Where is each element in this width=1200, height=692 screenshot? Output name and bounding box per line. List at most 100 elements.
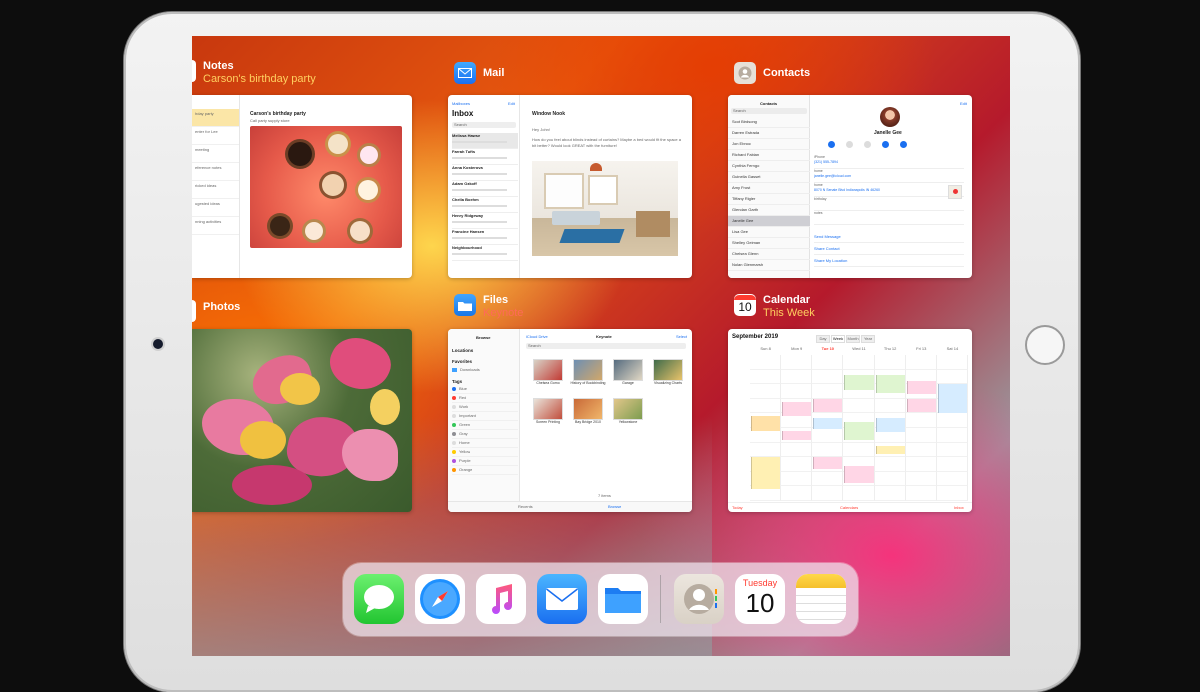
calendar-cell[interactable] [936,428,968,443]
mail-card[interactable]: Mailboxes Edit Inbox Search Melissa Haws… [448,95,692,278]
notes-list-item[interactable]: eference notes [192,163,239,181]
calendar-day-header[interactable]: Fri 13 [906,346,937,352]
contact-action-row[interactable]: Share My Location [814,255,964,267]
calendar-event[interactable] [937,384,967,414]
calendar-cell[interactable] [936,369,968,385]
video-action-icon[interactable] [864,141,871,148]
calendar-cell[interactable] [750,369,782,385]
calendar-cell[interactable] [874,486,906,501]
contact-field-value[interactable]: 8070 N Senate Blvd Indianapolis IN 46260 [814,188,964,193]
contact-list-item[interactable]: Darren Estrada [728,128,810,139]
calendar-cell[interactable] [843,355,875,370]
calendar-card[interactable]: September 2019 Day Week Month Year Sun 8 Mon… [728,329,972,512]
calendar-view-segment[interactable]: Day [816,335,830,343]
tab-browse[interactable]: Browse [608,504,621,510]
tag-item[interactable]: Green [452,421,518,430]
contact-list-item[interactable]: Guinella Gasset [728,172,810,183]
calendar-cell[interactable] [843,486,875,501]
calendar-tile-header[interactable]: 10 Calendar This Week [734,294,815,320]
notes-icon[interactable] [796,574,846,624]
calendars-button[interactable]: Calendars [840,505,858,511]
calendar-cell[interactable] [781,457,813,472]
contact-field-value[interactable]: janelle.gee@icloud.com [814,174,964,179]
mail-list-item[interactable]: Chella Boehm [452,197,518,213]
contact-list-item[interactable]: Amy Frost [728,183,810,194]
message-action-icon[interactable] [828,141,835,148]
contacts-search[interactable]: Search [731,108,807,114]
notes-tile-header[interactable]: Notes Carson's birthday party [192,60,316,86]
mail-list-item[interactable]: Francine Hansen [452,229,518,245]
calendar-event[interactable] [751,457,781,490]
calendar-event[interactable] [875,417,905,433]
calendar-event[interactable] [844,465,874,484]
mail-search[interactable]: Search [452,122,516,128]
calendar-event[interactable] [813,417,843,430]
files-card[interactable]: Browse Locations Favorites Downloads Tags Bl… [448,329,692,512]
call-action-icon[interactable] [846,141,853,148]
mail-list-item[interactable]: Neighbourhood [452,245,518,261]
calendar-cell[interactable] [750,355,782,370]
calendar-cell[interactable] [781,471,813,487]
file-item[interactable]: Chelsea Gomo [528,359,568,386]
file-item[interactable]: History of Bookbinding [568,359,608,386]
contact-action-row[interactable]: Send Message [814,231,964,243]
calendar-day-header[interactable]: Tue 10 [812,346,843,352]
notes-list-item[interactable]: hday party [192,109,239,127]
home-button[interactable] [1025,325,1065,365]
mail-list-item[interactable]: Henry Ridgeway [452,213,518,229]
contact-list-item[interactable]: Shelley Geiman [728,238,810,249]
tag-item[interactable]: Purple [452,457,518,466]
mail-list-item[interactable]: Anna Kosterova [452,165,518,181]
notes-list-item[interactable]: ugested ideas [192,199,239,217]
contact-list-item[interactable]: Glendan Garth [728,205,810,216]
calendar-cell[interactable] [781,369,813,385]
contact-list-item[interactable]: Tiffany Rigler [728,194,810,205]
contact-list-item[interactable]: Jon Ebnoc [728,139,810,150]
calendar-event[interactable] [844,375,874,391]
calendar-day-header[interactable]: Thu 12 [875,346,906,352]
messages-icon[interactable] [354,574,404,624]
calendar-cell[interactable] [905,486,937,501]
contact-list-item[interactable]: Cynthia Ferngo [728,161,810,172]
calendar-event[interactable] [813,457,843,469]
calendar-cell[interactable] [905,457,937,472]
file-item[interactable] [648,398,688,425]
tag-item[interactable]: Home [452,439,518,448]
calendar-cell[interactable] [750,442,782,458]
calendar-cell[interactable] [812,442,844,458]
file-item[interactable]: Bay Bridge 2010 [568,398,608,425]
calendar-cell[interactable] [905,413,937,428]
calendar-event[interactable] [906,398,936,412]
calendar-cell[interactable] [874,355,906,370]
safari-icon[interactable] [415,574,465,624]
calendar-cell[interactable] [781,355,813,370]
calendar-cell[interactable] [874,457,906,472]
mail-tile-header[interactable]: Mail [454,62,504,84]
tag-item[interactable]: Orange [452,466,518,475]
address-map[interactable] [948,185,962,199]
calendar-cell[interactable] [812,369,844,385]
calendar-day-header[interactable]: Wed 11 [843,346,874,352]
calendar-event[interactable] [813,398,843,412]
calendar-event[interactable] [782,430,812,440]
mail-list-item[interactable]: Adam Ozkoff [452,181,518,197]
contacts-icon[interactable] [674,574,724,624]
calendar-view-segment[interactable]: Month [846,335,860,343]
contact-list-item[interactable]: Chelsea Glenn [728,249,810,260]
calendar-cell[interactable] [936,457,968,472]
calendar-event[interactable] [782,401,812,417]
photos-tile-header[interactable]: Photos [192,300,240,322]
favorite-item[interactable]: Downloads [452,365,518,374]
tag-item[interactable]: Important [452,412,518,421]
mail-list-item[interactable]: Farrah Tufts [452,149,518,165]
calendar-cell[interactable] [812,355,844,370]
calendar-cell[interactable] [781,486,813,501]
calendar-cell[interactable] [874,398,906,414]
calendar-event[interactable] [875,375,905,393]
mailboxes-back[interactable]: Mailboxes [452,101,470,107]
contact-list-item[interactable]: Janelle Gee [728,216,810,227]
calendar-cell[interactable] [905,442,937,458]
files-tile-header[interactable]: Files Keynote [454,294,523,320]
pay-action-icon[interactable] [900,141,907,148]
mail-list-item[interactable]: Melissa Hawse [452,133,518,149]
